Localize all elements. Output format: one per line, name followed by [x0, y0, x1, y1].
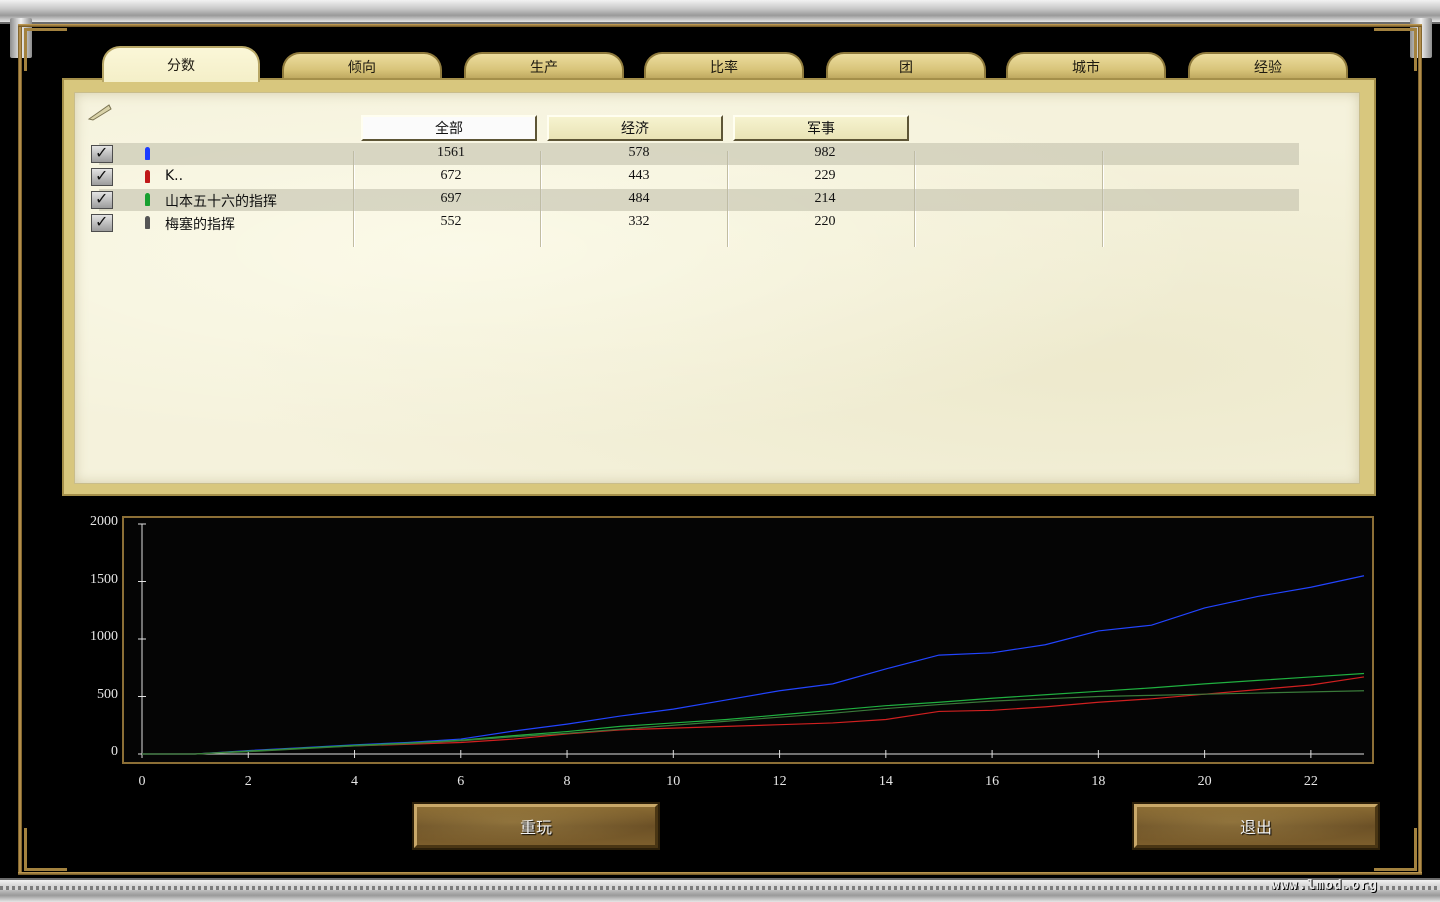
x-tick-label: 8 — [563, 774, 571, 789]
checkmark-icon: ✓ — [95, 166, 109, 185]
score-total: 672 — [440, 168, 462, 183]
player-visible-checkbox[interactable]: ✓ — [91, 212, 113, 232]
series-line-2 — [142, 672, 1365, 755]
score-economy: 443 — [628, 168, 650, 183]
score-total: 552 — [440, 214, 462, 229]
y-tick-label: 500 — [97, 686, 118, 702]
series-line-1 — [142, 676, 1365, 755]
frame-bottom-border — [0, 878, 1440, 902]
player-name: K.. — [165, 168, 184, 184]
x-tick-label: 6 — [457, 774, 465, 789]
player-color-flag-icon — [145, 216, 150, 229]
replay-button[interactable]: 重玩 — [414, 804, 658, 848]
x-tick-label: 12 — [772, 774, 787, 789]
x-tick-label: 20 — [1197, 774, 1212, 789]
series-line-3 — [142, 690, 1365, 755]
bottom-gold-bar — [18, 872, 1422, 875]
player-row: ✓ 山本五十六的指挥 697 484 214 — [91, 189, 1299, 211]
tab-experience[interactable]: 经验 — [1188, 52, 1348, 80]
player-color-flag-icon — [145, 193, 150, 206]
series-line-0 — [142, 575, 1365, 755]
filter-label: 经济 — [621, 121, 649, 137]
tab-score[interactable]: 分数 — [102, 46, 260, 82]
top-gold-bar — [18, 24, 1422, 27]
score-total: 1561 — [437, 145, 465, 160]
tab-cities[interactable]: 城市 — [1006, 52, 1166, 80]
score-military: 220 — [814, 214, 836, 229]
filter-military-button[interactable]: 军事 — [733, 115, 909, 141]
parchment-area: 全部 经济 军事 ✓ 1561 578 982 ✓ K.. 672 443 22… — [74, 92, 1360, 484]
tab-production[interactable]: 生产 — [464, 52, 624, 80]
filter-economy-button[interactable]: 经济 — [547, 115, 723, 141]
score-economy: 332 — [628, 214, 650, 229]
x-tick-label: 22 — [1303, 774, 1318, 789]
checkmark-icon: ✓ — [95, 143, 109, 162]
y-tick-label: 2000 — [90, 514, 118, 529]
y-tick-label: 0 — [111, 744, 118, 759]
x-tick-label: 2 — [244, 774, 252, 789]
checkmark-icon: ✓ — [95, 212, 109, 231]
replay-button-label: 重玩 — [519, 818, 552, 837]
player-name: 梅塞的指挥 — [165, 217, 235, 233]
player-row: ✓ 梅塞的指挥 552 332 220 — [91, 212, 1299, 234]
corner-ornament-br — [1374, 828, 1417, 871]
tab-tendency[interactable]: 倾向 — [282, 52, 442, 80]
player-visible-checkbox[interactable]: ✓ — [91, 143, 113, 163]
scroll-corner-icon — [87, 104, 112, 121]
score-military: 229 — [814, 168, 836, 183]
checkmark-icon: ✓ — [95, 189, 109, 208]
exit-button-label: 退出 — [1239, 818, 1272, 837]
x-tick-label: 4 — [351, 774, 359, 789]
tab-label: 倾向 — [348, 60, 376, 76]
tab-label: 经验 — [1254, 60, 1282, 76]
tab-team[interactable]: 团 — [826, 52, 986, 80]
exit-button[interactable]: 退出 — [1134, 804, 1378, 848]
right-gold-rail — [1418, 24, 1422, 874]
corner-ornament-tl — [24, 28, 67, 71]
filter-label: 全部 — [435, 121, 463, 137]
tab-label: 团 — [899, 60, 913, 76]
left-gold-rail — [18, 24, 22, 874]
score-economy: 484 — [628, 191, 650, 206]
score-history-chart — [122, 516, 1374, 764]
tab-label: 分数 — [167, 58, 195, 74]
tab-label: 城市 — [1072, 60, 1100, 76]
player-row: ✓ K.. 672 443 229 — [91, 166, 1299, 188]
site-watermark: www.lmod.org — [1272, 878, 1378, 893]
player-visible-checkbox[interactable]: ✓ — [91, 166, 113, 186]
score-military: 214 — [814, 191, 836, 206]
frame-top-border — [0, 0, 1440, 24]
player-visible-checkbox[interactable]: ✓ — [91, 189, 113, 209]
x-tick-label: 10 — [666, 774, 681, 789]
corner-ornament-tr — [1374, 28, 1417, 71]
player-color-flag-icon — [145, 170, 150, 183]
score-economy: 578 — [628, 145, 650, 160]
y-tick-label: 1500 — [90, 571, 118, 587]
player-name: 山本五十六的指挥 — [165, 194, 277, 210]
corner-ornament-bl — [24, 828, 67, 871]
filter-all-button[interactable]: 全部 — [361, 115, 537, 141]
score-total: 697 — [440, 191, 462, 206]
tab-ratio[interactable]: 比率 — [644, 52, 804, 80]
score-panel: 全部 经济 军事 ✓ 1561 578 982 ✓ K.. 672 443 22… — [62, 78, 1376, 496]
tab-label: 生产 — [530, 60, 558, 76]
chart-canvas — [138, 523, 1365, 758]
y-tick-label: 1000 — [90, 629, 118, 644]
x-tick-label: 16 — [985, 774, 1000, 789]
tab-label: 比率 — [710, 60, 738, 76]
player-color-flag-icon — [145, 147, 150, 160]
x-tick-label: 14 — [878, 774, 893, 789]
filter-label: 军事 — [807, 121, 835, 137]
player-row: ✓ 1561 578 982 — [91, 143, 1299, 165]
score-military: 982 — [814, 145, 836, 160]
x-tick-label: 0 — [138, 774, 146, 789]
x-tick-label: 18 — [1091, 774, 1106, 789]
